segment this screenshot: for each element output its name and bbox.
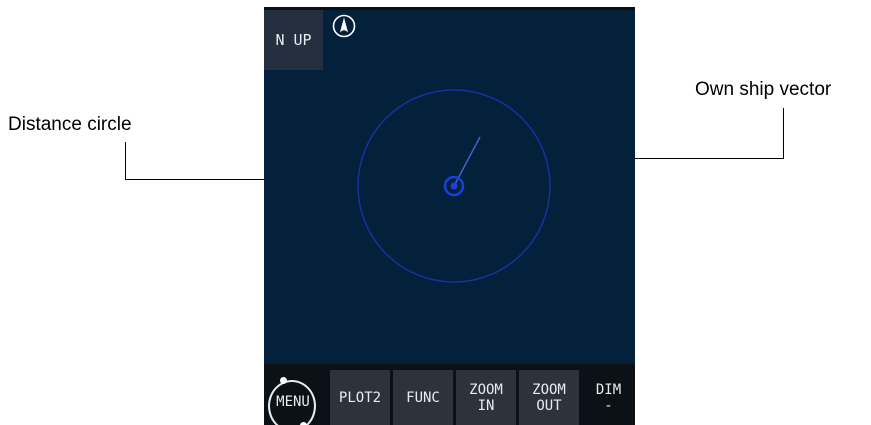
menu-button[interactable]: MENU: [264, 370, 322, 425]
own-ship-vector-label: Own ship vector: [695, 79, 832, 100]
dim-button-line2: -: [604, 397, 613, 414]
zoom-in-button-line1: ZOOM: [469, 381, 503, 398]
plot2-button[interactable]: PLOT2: [330, 370, 390, 425]
zoom-out-button-line2: OUT: [536, 397, 562, 414]
softkey-bar: MENU PLOT2 FUNC ZOOM IN ZOOM OUT DIM -: [264, 364, 635, 425]
plot2-button-label: PLOT2: [338, 389, 382, 406]
distance-circle-label: Distance circle: [8, 114, 132, 135]
dim-button[interactable]: DIM -: [582, 370, 635, 425]
menu-button-label: MENU: [276, 394, 310, 410]
zoom-in-button-line2: IN: [477, 397, 495, 414]
func-button[interactable]: FUNC: [393, 370, 453, 425]
zoom-out-button-line1: ZOOM: [532, 381, 566, 398]
own-ship-vector-leader-vertical: [783, 108, 784, 159]
radar-plotter-screen: N UP MENU PLOT2 FUNC ZOOM IN ZOOM OUT DI…: [264, 7, 635, 425]
dim-button-line1: DIM: [595, 381, 622, 398]
distance-circle-leader-vertical: [125, 142, 126, 180]
own-ship-symbol-inner: [450, 182, 458, 190]
zoom-out-button[interactable]: ZOOM OUT: [519, 370, 579, 425]
north-arrow-icon: [332, 14, 356, 38]
zoom-in-button[interactable]: ZOOM IN: [456, 370, 516, 425]
menu-knob-dot-top: [280, 377, 287, 384]
func-button-label: FUNC: [406, 389, 440, 406]
orientation-mode-indicator[interactable]: N UP: [264, 10, 323, 70]
